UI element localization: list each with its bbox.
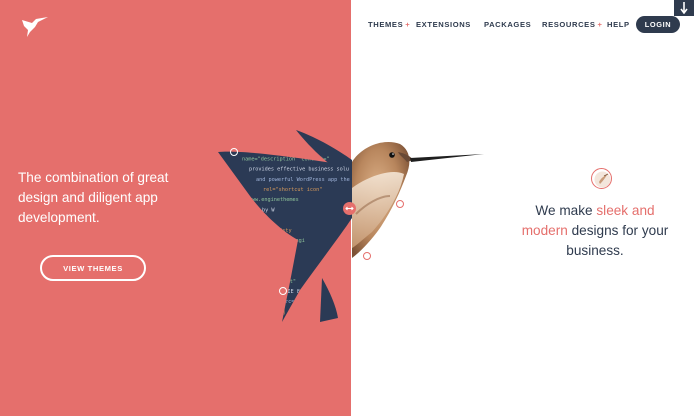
right-text-post: designs for your business.	[566, 223, 669, 258]
compare-slider-handle[interactable]	[343, 202, 356, 215]
scroll-down-tab[interactable]	[674, 0, 694, 16]
right-text-accent-modern: modern	[521, 223, 568, 238]
nav-extensions[interactable]: EXTENSIONS	[416, 18, 471, 32]
nav-help[interactable]: HELP	[607, 18, 630, 32]
hotspot-bird-belly[interactable]	[363, 252, 371, 260]
right-text-accent-sleek: sleek and	[596, 203, 655, 218]
hotspot-wing-bottom[interactable]	[279, 287, 287, 295]
nav-themes[interactable]: THEMES +	[368, 18, 410, 32]
nav-packages[interactable]: PACKAGES	[484, 18, 531, 32]
nav-resources[interactable]: RESOURCES +	[542, 18, 603, 32]
nav-packages-label: PACKAGES	[484, 20, 532, 29]
plus-icon: +	[597, 20, 603, 29]
hero-left-text: The combination of great design and dili…	[18, 170, 169, 225]
main-navigation: THEMES + EXTENSIONS PACKAGES RESOURCES + H…	[0, 18, 700, 34]
hero-right-text: We make sleek and modern designs for you…	[512, 201, 678, 261]
hotspot-wing-top[interactable]	[230, 148, 238, 156]
nav-extensions-label: EXTENSIONS	[416, 20, 471, 29]
plus-icon: +	[405, 20, 411, 29]
view-themes-button[interactable]: VIEW THEMES	[40, 255, 146, 281]
login-button[interactable]: LOGIN	[636, 16, 680, 33]
nav-help-label: HELP	[607, 20, 630, 29]
arrow-down-icon	[680, 2, 688, 14]
nav-resources-label: RESOURCES	[542, 20, 596, 29]
nav-themes-label: THEMES	[368, 20, 404, 29]
hotspot-bird-chest[interactable]	[396, 200, 404, 208]
info-circle-icon[interactable]	[591, 168, 612, 189]
right-text-pre: We make	[535, 203, 597, 218]
left-right-arrow-icon	[345, 206, 354, 211]
